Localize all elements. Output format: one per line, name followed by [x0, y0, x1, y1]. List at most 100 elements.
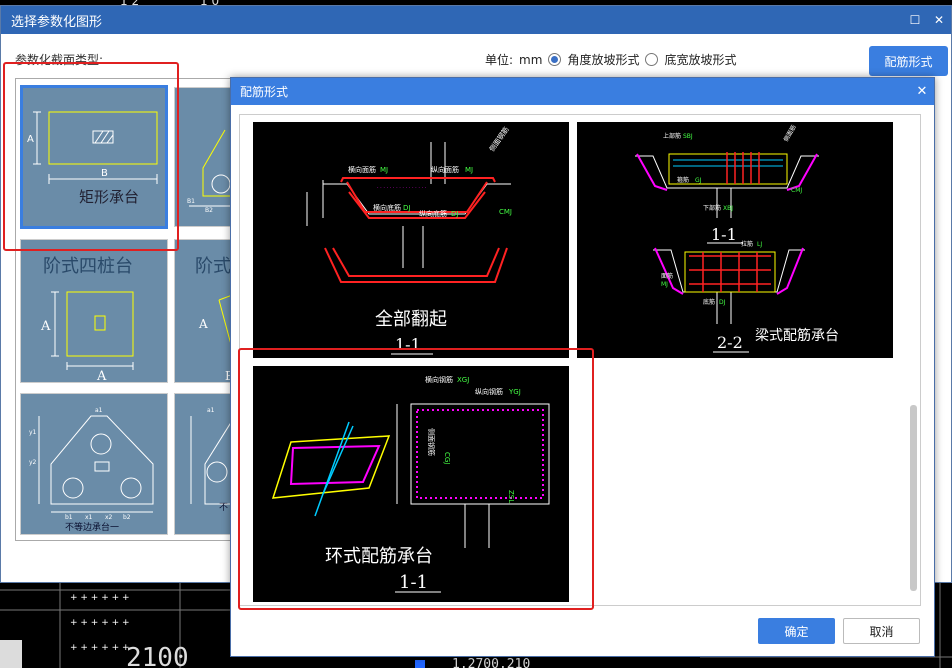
vertical-scrollbar[interactable]: [908, 119, 918, 603]
tile-letter: B1: [187, 198, 195, 205]
rebar-label: 侧面筋: [782, 123, 798, 143]
rebar-code: MJ: [380, 166, 388, 174]
unequal-cap-1-diagram: a1 b1 b2 y1 y2 x1 x2 不等边承台一: [29, 407, 154, 533]
rebar-label: 纵向底筋: [419, 209, 447, 218]
panel-ring-cap[interactable]: 横向钢筋 XGJ 纵向钢筋 YGJ 侧面钢筋 CGJ ZSL 环式配筋承台 1-…: [253, 366, 569, 602]
tile-unequal-cap-2[interactable]: a1 不: [174, 393, 230, 535]
section-type-label: 参数化截面类型:: [15, 53, 104, 67]
tile-cap-2[interactable]: B1 B2: [174, 87, 230, 227]
svg-text:+ + + + + +: + + + + + +: [70, 618, 130, 628]
rebar-label: 拉筋: [741, 240, 753, 248]
tile-name: 不等边承台一: [65, 521, 119, 533]
rebar-code: XBJ: [723, 205, 733, 212]
cap-2-diagram: B1 B2: [187, 129, 230, 214]
ring-cap-diagram: 横向钢筋 XGJ 纵向钢筋 YGJ 侧面钢筋 CGJ ZSL 环式配筋承台 1-…: [271, 375, 550, 593]
rebar-panels-area: . . . . . . . . . . . . . . . . 横向面筋 MJ …: [239, 114, 921, 606]
rebar-code: MJ: [661, 281, 668, 288]
rebar-label: 上部筋: [663, 132, 681, 140]
rebar-label: 横向面筋: [348, 165, 376, 174]
shape-grid: A B 矩形承台 B1 B2 阶式四桩台 A A 阶式 A a1 b1 b2 y…: [15, 78, 231, 541]
rebar-code: SBJ: [683, 133, 693, 140]
radio-angle-slope-label[interactable]: 角度放坡形式: [567, 51, 639, 68]
radio-width-slope-label[interactable]: 底宽放坡形式: [664, 51, 736, 68]
tile-name: 阶式: [195, 256, 231, 277]
unequal-cap-2-diagram: a1 不: [190, 407, 230, 513]
rebar-label: 横向底筋: [373, 203, 401, 212]
tile-step[interactable]: 阶式 A B: [174, 239, 231, 383]
svg-text:+ + + + + +: + + + + + +: [70, 643, 130, 653]
rebar-form-dialog: 配筋形式 ✕ . . . . . . . . . . . . . . . . 横…: [230, 77, 935, 657]
rect-cap-diagram: A B 矩形承台: [27, 111, 158, 206]
bg-label: 1.2700.210: [452, 657, 530, 668]
section-label: 1-1: [395, 335, 421, 354]
rebar-code: DJ: [403, 204, 410, 212]
tile-letter: B2: [205, 207, 213, 214]
panel-full-bent[interactable]: . . . . . . . . . . . . . . . . 横向面筋 MJ …: [253, 122, 569, 358]
step-diagram: 阶式 A B: [195, 256, 231, 383]
radio-width-slope[interactable]: [645, 53, 659, 66]
tile-letter: y1: [29, 429, 37, 436]
rebar-code: XGJ: [457, 376, 469, 384]
dialog-title: 配筋形式: [240, 85, 289, 99]
section-label: 2-2: [717, 333, 743, 352]
close-icon[interactable]: ✕: [910, 84, 934, 99]
tile-letter: B: [101, 168, 108, 179]
tile-letter: A: [96, 369, 107, 384]
rebar-code: ZSL: [507, 490, 515, 503]
rebar-code: CGJ: [443, 452, 451, 464]
section-label: 1-1: [711, 225, 737, 244]
tile-letter: a1: [95, 407, 103, 414]
rebar-label: 侧面钢筋: [487, 125, 510, 153]
ok-button[interactable]: 确定: [758, 618, 835, 644]
panel-name: 全部翻起: [375, 309, 447, 330]
step-four-pile-diagram: 阶式四桩台 A A: [40, 256, 134, 384]
svg-text:+ + + + + +: + + + + + +: [70, 593, 130, 603]
radio-angle-slope[interactable]: [548, 53, 562, 66]
tile-letter: A: [27, 134, 34, 145]
tile-letter: A: [40, 319, 51, 334]
tile-name: 矩形承台: [79, 188, 139, 206]
tile-unequal-cap-1[interactable]: a1 b1 b2 y1 y2 x1 x2 不等边承台一: [20, 393, 168, 535]
tile-letter: x2: [105, 514, 113, 521]
unit-label: 单位:: [485, 53, 514, 67]
dialog-title-bar: 配筋形式 ✕: [231, 78, 934, 105]
tile-letter: x1: [85, 514, 93, 521]
bg-label: 2100: [126, 643, 189, 668]
panel-name: 环式配筋承台: [325, 546, 433, 567]
rebar-code: GJ: [695, 177, 702, 184]
rebar-label: 纵向钢筋: [475, 387, 503, 396]
tile-letter: b1: [65, 514, 73, 521]
tile-letter: a1: [207, 407, 215, 414]
full-bent-diagram: . . . . . . . . . . . . . . . . 横向面筋 MJ …: [306, 125, 512, 355]
tile-name: 不: [219, 502, 228, 513]
rebar-form-button[interactable]: 配筋形式: [869, 46, 948, 76]
svg-text:. . . . . . . . . . . . . . .: . . . . . . . . . . . . . . . .: [377, 184, 427, 190]
tile-name: 阶式四桩台: [43, 256, 133, 277]
window-title: 选择参数化图形: [11, 14, 103, 30]
tile-rect-cap[interactable]: A B 矩形承台: [20, 85, 168, 229]
rebar-code: LJ: [757, 241, 762, 248]
close-icon[interactable]: ✕: [927, 13, 951, 27]
rebar-label: 横向钢筋: [425, 375, 453, 384]
unit-group: 单位: mm 角度放坡形式 底宽放坡形式: [485, 51, 736, 68]
unit-value: mm: [519, 52, 543, 67]
scrollbar-thumb[interactable]: [910, 405, 917, 591]
panel-name: 梁式配筋承台: [755, 327, 839, 344]
rebar-label: 底筋: [703, 298, 715, 306]
rebar-label: 面筋: [661, 272, 673, 280]
maximize-icon[interactable]: ☐: [903, 13, 927, 27]
beam-cap-diagram: 上部筋 SBJ 下部筋 XBJ 侧面筋 CMJ 箍筋 GJ 拉筋 LJ 面筋 M…: [635, 123, 839, 353]
panel-beam-cap[interactable]: 上部筋 SBJ 下部筋 XBJ 侧面筋 CMJ 箍筋 GJ 拉筋 LJ 面筋 M…: [577, 122, 893, 358]
tile-letter: b2: [123, 514, 131, 521]
rebar-label: 下部筋: [703, 204, 721, 212]
tile-letter: A: [198, 317, 208, 331]
tile-letter: y2: [29, 459, 37, 466]
rebar-label: 侧面钢筋: [427, 428, 436, 456]
rebar-code: MJ: [465, 166, 473, 174]
section-label: 1-1: [399, 572, 428, 593]
cancel-button[interactable]: 取消: [843, 618, 920, 644]
rebar-label: 纵向面筋: [431, 165, 459, 174]
rebar-code: YGJ: [508, 388, 521, 396]
title-bar: 选择参数化图形 ☐ ✕: [1, 6, 951, 34]
tile-step-four-pile[interactable]: 阶式四桩台 A A: [20, 239, 168, 384]
